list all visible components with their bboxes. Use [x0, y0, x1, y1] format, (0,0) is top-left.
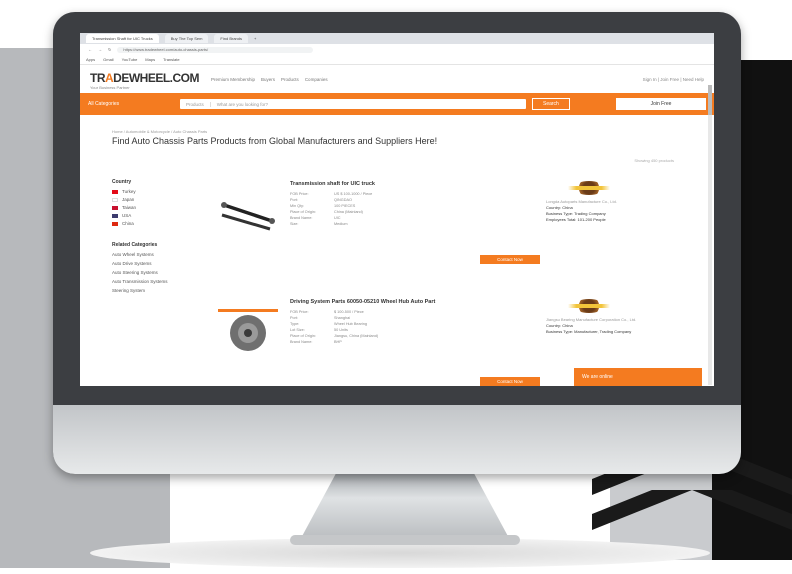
- supplier-info: Longda Autoparts Manufacture Co., Ltd. C…: [546, 181, 686, 223]
- bookmarks-bar: Apps Gmail YouTube Maps Translate: [80, 55, 714, 65]
- flag-icon: [112, 213, 118, 218]
- search-row: All Categories Products What are you loo…: [80, 93, 714, 115]
- bookmark-item[interactable]: YouTube: [122, 57, 138, 62]
- site-logo[interactable]: TRADEWHEEL.COM Your Business Partner: [90, 69, 200, 90]
- nav-item[interactable]: Products: [281, 77, 299, 82]
- browser-tab[interactable]: Buy The Top Sem: [164, 34, 209, 43]
- page-scrollbar[interactable]: [708, 85, 712, 385]
- country-filter-item[interactable]: Turkey: [112, 189, 202, 194]
- search-category-select[interactable]: Products: [180, 101, 211, 107]
- product-specs: FOB Price: US $ 100-1000 / Piece Port: QIN…: [290, 192, 373, 226]
- country-filter-title: Country: [112, 179, 132, 185]
- bookmark-item[interactable]: Apps: [86, 57, 95, 62]
- flag-icon: [112, 205, 118, 210]
- site-header: TRADEWHEEL.COM Your Business Partner Pre…: [80, 65, 714, 93]
- monitor-stand-base: [290, 535, 520, 545]
- flag-icon: [112, 197, 118, 202]
- related-category-link[interactable]: Auto Drive Systems: [112, 261, 202, 266]
- bookmark-item[interactable]: Gmail: [103, 57, 113, 62]
- nav-item[interactable]: Buyers: [261, 77, 275, 82]
- country-filter-item[interactable]: China: [112, 221, 202, 226]
- browser-tab[interactable]: Transmission Shaft for UIC Trucks: [86, 34, 159, 43]
- sign-in-links[interactable]: Sign In | Join Free | Need Help: [643, 77, 704, 82]
- all-categories-button[interactable]: All Categories: [88, 101, 174, 107]
- browser-addressbar: ← → ↻ https://www.tradewheel.com/auto-ch…: [80, 44, 714, 55]
- supplier-employees: Employees Total: 101-200 People: [546, 217, 606, 222]
- product-specs: FOB Price: $ 100-500 / Piece Port: Shangha…: [290, 310, 379, 344]
- search-button[interactable]: Search: [532, 98, 570, 110]
- contact-now-button[interactable]: Contact Now: [480, 255, 540, 264]
- nav-item[interactable]: Premium Membership: [211, 77, 255, 82]
- bookmark-item[interactable]: Maps: [145, 57, 155, 62]
- related-categories-title: Related Categories: [112, 242, 158, 248]
- contact-now-button[interactable]: Contact Now: [480, 377, 540, 386]
- browser-tab[interactable]: Find Brands: [214, 34, 248, 43]
- product-title[interactable]: Transmission shaft for UIC truck: [290, 181, 375, 187]
- related-category-link[interactable]: Steering System: [112, 288, 202, 293]
- gold-supplier-badge-icon: [568, 181, 610, 195]
- reload-icon[interactable]: ↻: [108, 47, 111, 52]
- search-input[interactable]: What are you looking for?: [211, 102, 526, 107]
- page-title: Find Auto Chassis Parts Products from Gl…: [112, 136, 438, 146]
- browser-tabbar: Transmission Shaft for UIC Trucks Buy Th…: [80, 33, 714, 44]
- gold-supplier-badge-icon: [568, 299, 610, 313]
- back-icon[interactable]: ←: [88, 47, 92, 52]
- bookmark-item[interactable]: Translate: [163, 57, 180, 62]
- country-filter-item[interactable]: USA: [112, 213, 202, 218]
- product-image-wheel-hub[interactable]: [218, 309, 278, 354]
- country-filter-item[interactable]: Japan: [112, 197, 202, 202]
- forward-icon[interactable]: →: [98, 47, 102, 52]
- nav-item[interactable]: Companies: [305, 77, 328, 82]
- filter-sidebar: Country Turkey Japan Taiwan USA China Re…: [112, 179, 202, 297]
- search-box[interactable]: Products What are you looking for?: [180, 99, 526, 109]
- live-chat-button[interactable]: We are online: [574, 368, 702, 386]
- monitor-screen: Transmission Shaft for UIC Trucks Buy Th…: [80, 33, 714, 386]
- product-image-shaft[interactable]: [218, 191, 278, 236]
- join-free-button[interactable]: Join Free: [616, 98, 706, 110]
- site-nav: Premium Membership Buyers Products Compa…: [211, 77, 328, 82]
- product-card: Transmission shaft for UIC truck FOB Pri…: [218, 181, 688, 271]
- supplier-business-type: Business Type: Manufacturer, Trading Com…: [546, 329, 632, 334]
- related-category-link[interactable]: Auto Transmission Systems: [112, 279, 202, 284]
- new-tab-button[interactable]: +: [254, 36, 256, 41]
- breadcrumb[interactable]: Home / Automobile & Motorcycle / Auto Ch…: [80, 115, 714, 134]
- country-filter-item[interactable]: Taiwan: [112, 205, 202, 210]
- flag-icon: [112, 189, 118, 194]
- related-category-link[interactable]: Auto Wheel Systems: [112, 252, 202, 257]
- related-category-link[interactable]: Auto Steering Systems: [112, 270, 202, 275]
- logo-tagline: Your Business Partner: [90, 84, 130, 90]
- product-title[interactable]: Driving System Parts 60050-05210 Wheel H…: [290, 299, 435, 305]
- url-field[interactable]: https://www.tradewheel.com/auto-chassis-…: [117, 46, 314, 53]
- supplier-info: Jiangsu Bearing Manufacture Corporation …: [546, 299, 686, 335]
- monitor-chin: [53, 405, 741, 474]
- monitor-stand: [300, 470, 510, 540]
- result-count: Showing 450 products: [634, 158, 674, 163]
- scrollbar-thumb[interactable]: [708, 85, 712, 115]
- flag-icon: [112, 221, 118, 226]
